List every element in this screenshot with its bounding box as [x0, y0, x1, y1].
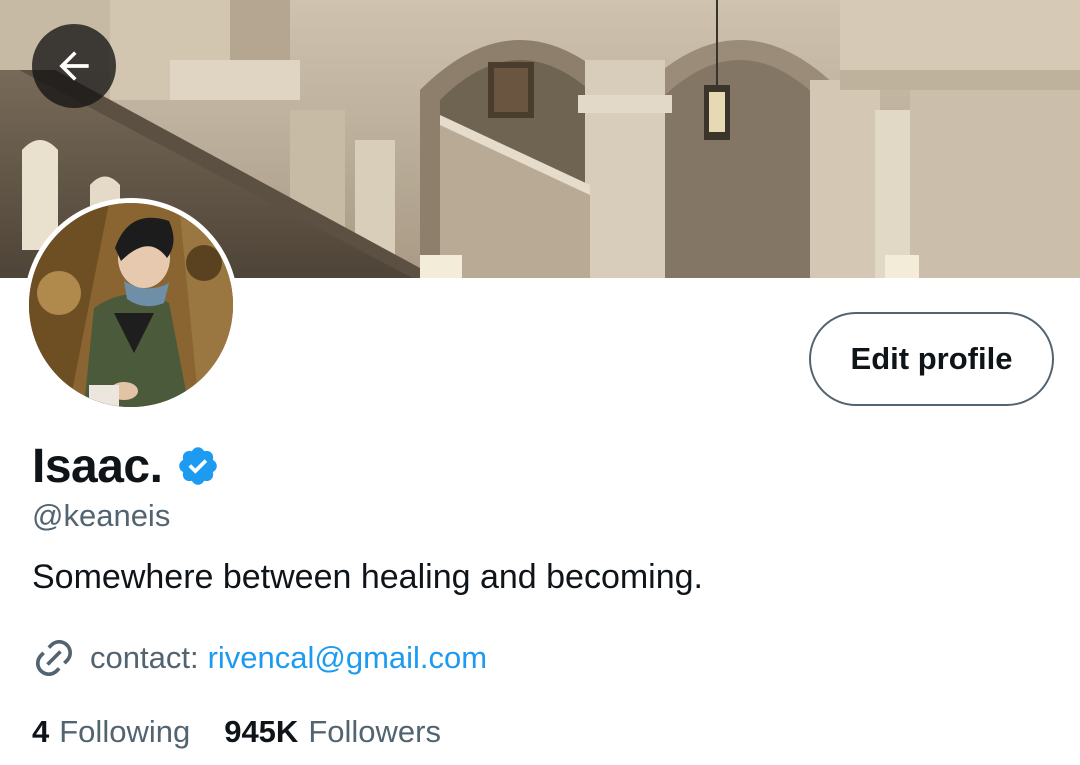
link-prefix: contact:: [90, 640, 199, 675]
avatar-photo: [29, 203, 233, 407]
verified-badge-icon: [179, 447, 218, 485]
handle: @keaneis: [32, 498, 171, 533]
arrow-left-icon: [59, 51, 89, 81]
edit-profile-button[interactable]: Edit profile: [809, 312, 1054, 406]
back-button[interactable]: [32, 24, 116, 108]
following-count: 4: [32, 714, 50, 749]
profile-link-row: contact: rivencal@gmail.com: [32, 636, 487, 680]
followers-label: Followers: [308, 714, 441, 749]
following-stat[interactable]: 4 Following: [32, 714, 190, 750]
following-label: Following: [59, 714, 191, 749]
followers-count: 945K: [224, 714, 299, 749]
follow-stats: 4 Following 945K Followers: [32, 710, 441, 754]
link-icon: [35, 639, 73, 677]
name-row: Isaac.: [32, 436, 220, 496]
avatar[interactable]: [24, 198, 238, 412]
bio: Somewhere between healing and becoming.: [32, 558, 704, 596]
display-name: Isaac.: [32, 439, 163, 493]
followers-stat[interactable]: 945K Followers: [224, 714, 441, 750]
contact-email-link[interactable]: rivencal@gmail.com: [208, 640, 488, 676]
